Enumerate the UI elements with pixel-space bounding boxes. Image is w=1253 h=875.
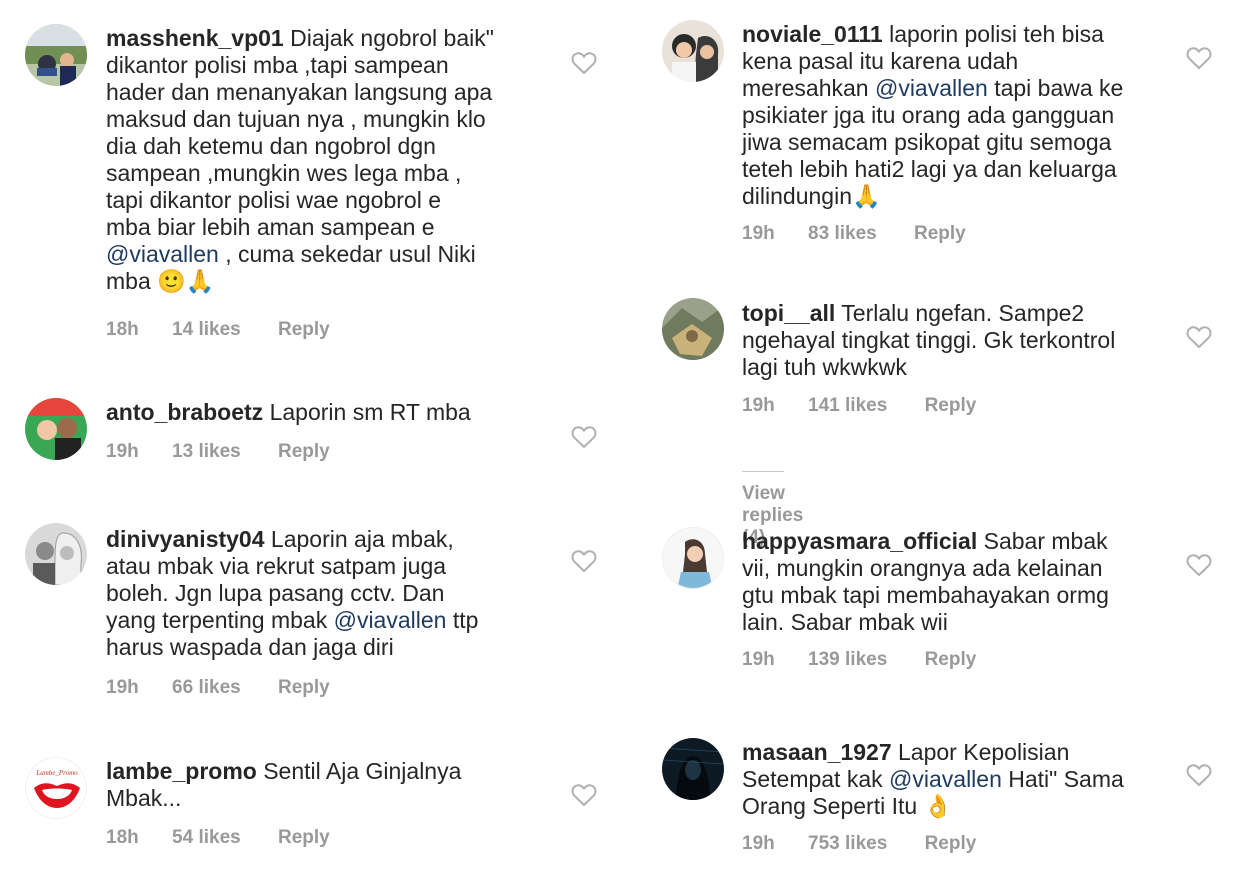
comment-meta: 18h 14 likes Reply: [106, 319, 330, 341]
avatar[interactable]: [25, 24, 87, 86]
timestamp: 19h: [106, 441, 139, 462]
timestamp: 18h: [106, 319, 139, 340]
likes-count[interactable]: 753 likes: [808, 833, 887, 855]
timestamp: 18h: [106, 827, 139, 848]
avatar[interactable]: [25, 523, 87, 585]
comment-text: masaan_1927 Lapor Kepolisian Setempat ka…: [742, 739, 1124, 819]
reply-button[interactable]: Reply: [925, 395, 977, 417]
username[interactable]: masshenk_vp01: [106, 25, 284, 51]
avatar[interactable]: [25, 398, 87, 460]
comment-meta: 19h 753 likes Reply: [742, 833, 976, 855]
mention-link[interactable]: @viavallen: [875, 75, 988, 101]
heart-icon[interactable]: [571, 783, 597, 807]
heart-icon[interactable]: [571, 51, 597, 75]
heart-icon[interactable]: [571, 425, 597, 449]
username[interactable]: anto_braboetz: [106, 399, 263, 425]
mention-link[interactable]: @viavallen: [334, 607, 447, 633]
mention-link[interactable]: @viavallen: [106, 241, 219, 267]
comment-meta: 18h 54 likes Reply: [106, 827, 330, 849]
avatar[interactable]: Lambe_Promo: [25, 757, 87, 819]
reply-button[interactable]: Reply: [278, 319, 330, 341]
reply-button[interactable]: Reply: [278, 827, 330, 849]
heart-icon[interactable]: [571, 549, 597, 573]
reply-button[interactable]: Reply: [278, 677, 330, 699]
username[interactable]: dinivyanisty04: [106, 526, 265, 552]
comment-meta: 19h 139 likes Reply: [742, 649, 976, 671]
username[interactable]: lambe_promo: [106, 758, 257, 784]
timestamp: 19h: [742, 395, 775, 416]
likes-count[interactable]: 141 likes: [808, 395, 887, 417]
likes-count[interactable]: 83 likes: [808, 223, 877, 245]
comment-meta: 19h 13 likes Reply: [106, 441, 330, 463]
reply-button[interactable]: Reply: [925, 833, 977, 855]
username[interactable]: noviale_0111: [742, 21, 883, 47]
timestamp: 19h: [742, 833, 775, 854]
username[interactable]: happyasmara_official: [742, 528, 977, 554]
heart-icon[interactable]: [1186, 553, 1212, 577]
comment-text: happyasmara_official Sabar mbak vii, mun…: [742, 528, 1109, 635]
avatar[interactable]: [662, 527, 724, 589]
avatar[interactable]: [662, 20, 724, 82]
comment-text: masshenk_vp01 Diajak ngobrol baik" dikan…: [106, 25, 494, 294]
comment-text: lambe_promo Sentil Aja Ginjalnya Mbak...: [106, 758, 462, 811]
timestamp: 19h: [742, 223, 775, 244]
likes-count[interactable]: 66 likes: [172, 677, 241, 699]
comment-meta: 19h 66 likes Reply: [106, 677, 330, 699]
timestamp: 19h: [106, 677, 139, 698]
mention-link[interactable]: @viavallen: [889, 766, 1002, 792]
heart-icon[interactable]: [1186, 325, 1212, 349]
svg-text:Lambe_Promo: Lambe_Promo: [35, 769, 78, 777]
likes-count[interactable]: 139 likes: [808, 649, 887, 671]
heart-icon[interactable]: [1186, 763, 1212, 787]
comment-text: topi__all Terlalu ngefan. Sampe2 ngehaya…: [742, 300, 1116, 380]
likes-count[interactable]: 13 likes: [172, 441, 241, 463]
comment-text: dinivyanisty04 Laporin aja mbak, atau mb…: [106, 526, 479, 660]
username[interactable]: masaan_1927: [742, 739, 892, 765]
comment-text: noviale_0111 laporin polisi teh bisa ken…: [742, 21, 1124, 209]
reply-button[interactable]: Reply: [925, 649, 977, 671]
username[interactable]: topi__all: [742, 300, 835, 326]
comment-meta: 19h 83 likes Reply: [742, 223, 966, 245]
heart-icon[interactable]: [1186, 46, 1212, 70]
comment-text: anto_braboetz Laporin sm RT mba: [106, 399, 471, 425]
divider: [742, 471, 784, 473]
reply-button[interactable]: Reply: [914, 223, 966, 245]
timestamp: 19h: [742, 649, 775, 670]
likes-count[interactable]: 14 likes: [172, 319, 241, 341]
avatar[interactable]: [662, 738, 724, 800]
comment-meta: 19h 141 likes Reply: [742, 395, 976, 417]
avatar[interactable]: [662, 298, 724, 360]
reply-button[interactable]: Reply: [278, 441, 330, 463]
likes-count[interactable]: 54 likes: [172, 827, 241, 849]
